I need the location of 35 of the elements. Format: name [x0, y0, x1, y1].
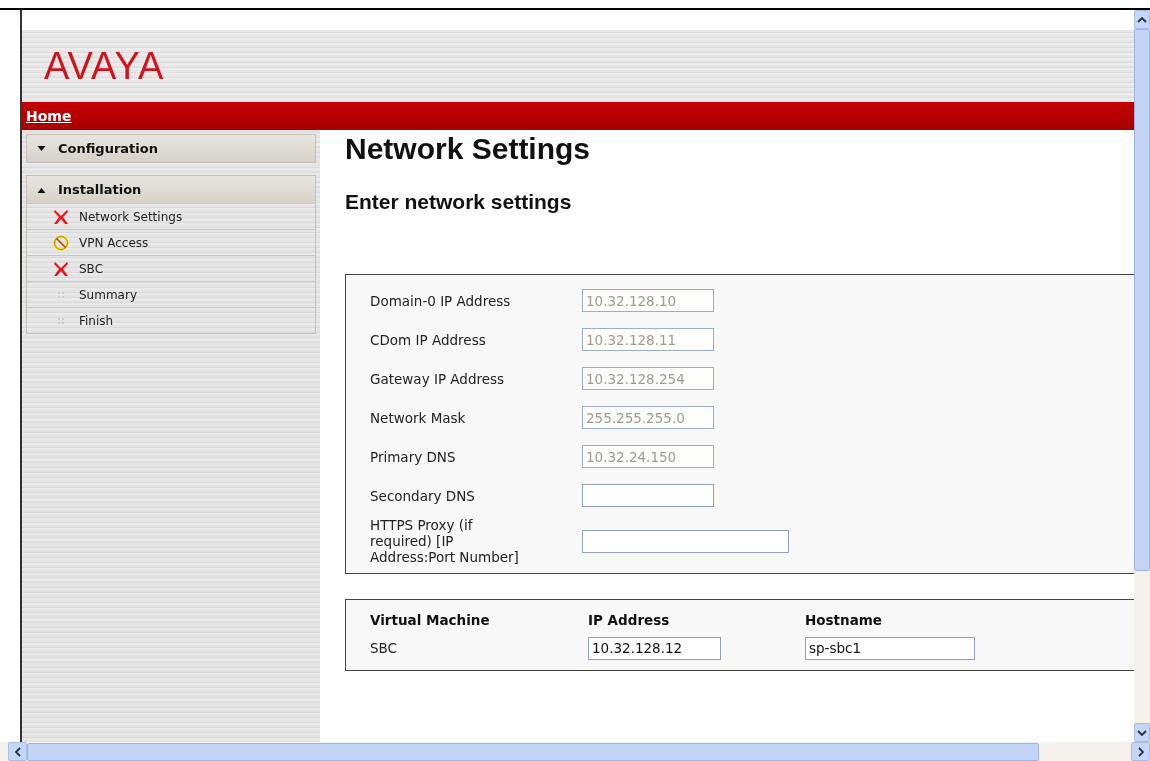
column-header: IP Address — [588, 612, 671, 628]
section-header[interactable]: Installation — [27, 176, 315, 203]
page-title: Network Settings — [345, 131, 592, 166]
vertical-scrollbar[interactable] — [1134, 10, 1150, 742]
triangle-icon — [37, 186, 46, 193]
page-subtitle: Enter network settings — [345, 190, 573, 214]
sidebar-item[interactable]: Network Settings — [27, 203, 315, 229]
x-icon — [53, 208, 69, 225]
x-icon — [53, 260, 69, 277]
input-field[interactable]: sp-sbc1 — [805, 636, 975, 660]
triangle-icon — [37, 145, 46, 152]
field-label: Primary DNS — [370, 448, 457, 465]
field-label: Secondary DNS — [370, 487, 476, 504]
home-link[interactable]: Home — [26, 108, 72, 124]
field-label: Domain-0 IP Address — [370, 292, 512, 309]
logo: AVAYA — [44, 44, 165, 88]
column-header: Hostname — [805, 612, 882, 628]
prohibited-icon — [53, 234, 69, 251]
sidebar-item[interactable]: Summary — [27, 281, 315, 307]
sidebar-item[interactable]: Finish — [27, 307, 315, 333]
column-header: Virtual Machine — [370, 612, 491, 628]
field-label: Gateway IP Address — [370, 370, 506, 387]
sidebar-item[interactable]: SBC — [27, 255, 315, 281]
table-cell-text: SBC — [370, 640, 399, 656]
field-label: HTTPS Proxy (if required) [IP Address:Port Number] — [370, 517, 520, 565]
input-field[interactable]: 10.32.128.12 — [588, 636, 721, 660]
dots-icon — [58, 291, 64, 298]
sidebar-item[interactable]: VPN Access — [27, 229, 315, 255]
field-label: CDom IP Address — [370, 331, 487, 348]
input-field[interactable] — [582, 529, 789, 553]
field-label: Network Mask — [370, 409, 467, 426]
section-header[interactable]: Configuration — [27, 135, 315, 162]
dots-icon — [58, 317, 64, 324]
horizontal-scrollbar[interactable] — [0, 742, 1150, 761]
input-field[interactable] — [582, 484, 714, 507]
